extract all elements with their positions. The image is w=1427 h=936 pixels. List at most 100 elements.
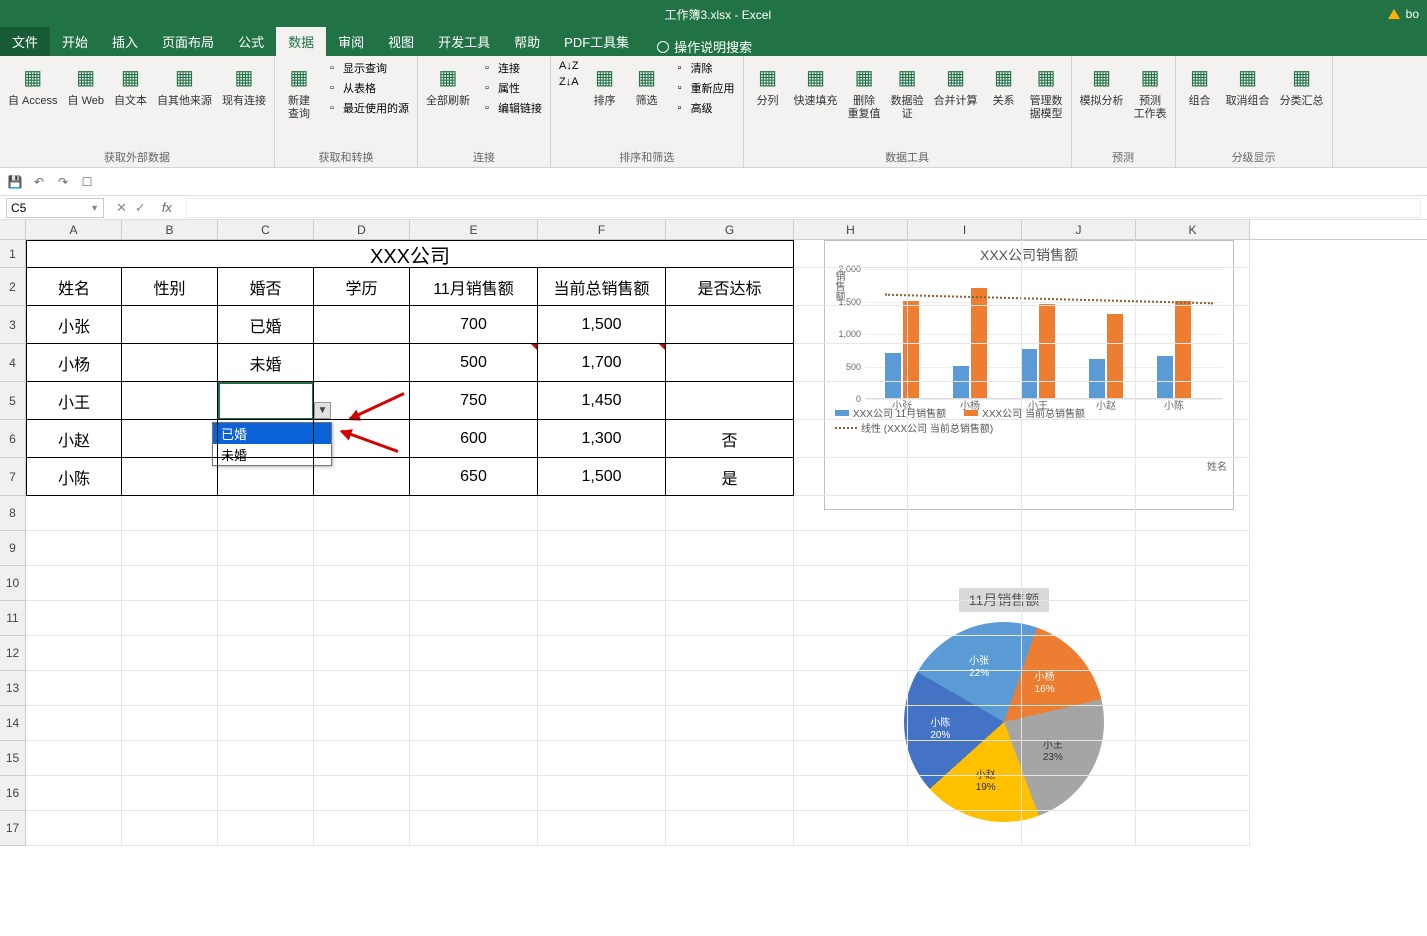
cell[interactable] xyxy=(538,776,666,811)
cell[interactable] xyxy=(1136,601,1250,636)
cell[interactable]: 未婚 xyxy=(218,344,314,382)
cell[interactable] xyxy=(1022,496,1136,531)
cell[interactable] xyxy=(908,306,1022,344)
cell[interactable] xyxy=(1136,706,1250,741)
cell[interactable]: 500 xyxy=(410,344,538,382)
cell[interactable] xyxy=(122,344,218,382)
cell[interactable] xyxy=(908,706,1022,741)
ribbon-button[interactable]: ▦新建查询 xyxy=(281,59,317,123)
cell[interactable] xyxy=(666,706,794,741)
formula-input[interactable] xyxy=(186,198,1421,218)
tab-页面布局[interactable]: 页面布局 xyxy=(150,27,226,56)
cell[interactable] xyxy=(666,382,794,420)
undo-icon[interactable]: ↶ xyxy=(30,173,48,191)
cell[interactable] xyxy=(1136,636,1250,671)
column-header[interactable]: E xyxy=(410,220,538,239)
cell[interactable] xyxy=(908,531,1022,566)
cell[interactable] xyxy=(1136,741,1250,776)
cell[interactable]: 当前总销售额 xyxy=(538,268,666,306)
cell[interactable] xyxy=(666,636,794,671)
cell[interactable] xyxy=(314,671,410,706)
cell[interactable] xyxy=(1022,601,1136,636)
cell[interactable] xyxy=(538,671,666,706)
cell[interactable]: 750 xyxy=(410,382,538,420)
column-header[interactable]: A xyxy=(26,220,122,239)
row-header[interactable]: 7 xyxy=(0,458,26,496)
cell[interactable] xyxy=(218,420,314,458)
cell[interactable] xyxy=(666,306,794,344)
ribbon-button[interactable]: ▦合并计算 xyxy=(932,59,980,110)
cell[interactable]: 700 xyxy=(410,306,538,344)
cell[interactable] xyxy=(1136,306,1250,344)
cell[interactable] xyxy=(1136,531,1250,566)
cell[interactable] xyxy=(314,776,410,811)
cell[interactable] xyxy=(218,531,314,566)
row-header[interactable]: 3 xyxy=(0,306,26,344)
cell[interactable]: 1,450 xyxy=(538,382,666,420)
ribbon-small-button[interactable]: ▫高级 xyxy=(671,99,737,117)
spreadsheet[interactable]: ABCDEFGHIJK 1234567891011121314151617 ▼ … xyxy=(0,220,1427,846)
cell[interactable] xyxy=(410,636,538,671)
cell[interactable] xyxy=(1022,306,1136,344)
cell[interactable] xyxy=(794,344,908,382)
ribbon-button[interactable]: ▦取消组合 xyxy=(1224,59,1272,110)
column-header[interactable]: H xyxy=(794,220,908,239)
name-box[interactable]: C5 ▼ xyxy=(6,198,104,218)
cell[interactable] xyxy=(26,671,122,706)
cell[interactable] xyxy=(908,671,1022,706)
cell[interactable] xyxy=(122,382,218,420)
cell[interactable] xyxy=(794,268,908,306)
cell[interactable]: 小杨 xyxy=(26,344,122,382)
cell[interactable] xyxy=(794,531,908,566)
cell[interactable] xyxy=(908,420,1022,458)
row-header[interactable]: 10 xyxy=(0,566,26,601)
cell[interactable] xyxy=(794,566,908,601)
row-header[interactable]: 5 xyxy=(0,382,26,420)
cell[interactable] xyxy=(794,382,908,420)
row-header[interactable]: 4 xyxy=(0,344,26,382)
cell[interactable] xyxy=(314,636,410,671)
cell[interactable] xyxy=(908,240,1022,268)
cell[interactable] xyxy=(26,601,122,636)
cell[interactable] xyxy=(122,636,218,671)
sort-button[interactable]: Z↓A xyxy=(557,75,581,89)
cell[interactable] xyxy=(538,531,666,566)
row-header[interactable]: 13 xyxy=(0,671,26,706)
cell[interactable]: 1,500 xyxy=(538,306,666,344)
cell[interactable] xyxy=(1022,776,1136,811)
ribbon-button[interactable]: ▦快速填充 xyxy=(792,59,840,110)
cell[interactable] xyxy=(314,566,410,601)
cell[interactable]: 小赵 xyxy=(26,420,122,458)
ribbon-button[interactable]: ▦模拟分析 xyxy=(1078,59,1126,110)
cell[interactable] xyxy=(122,306,218,344)
row-header[interactable]: 14 xyxy=(0,706,26,741)
ribbon-button[interactable]: ▦分类汇总 xyxy=(1278,59,1326,110)
cell[interactable] xyxy=(908,458,1022,496)
cell[interactable] xyxy=(218,496,314,531)
ribbon-small-button[interactable]: ▫重新应用 xyxy=(671,79,737,97)
cell[interactable] xyxy=(410,671,538,706)
cell[interactable] xyxy=(908,268,1022,306)
cell[interactable] xyxy=(26,776,122,811)
cell[interactable]: 1,700 xyxy=(538,344,666,382)
tab-插入[interactable]: 插入 xyxy=(100,27,150,56)
cell[interactable] xyxy=(1022,636,1136,671)
fx-icon[interactable]: fx xyxy=(154,200,180,216)
tab-审阅[interactable]: 审阅 xyxy=(326,27,376,56)
cell[interactable] xyxy=(794,811,908,846)
cell[interactable] xyxy=(122,566,218,601)
column-header[interactable]: I xyxy=(908,220,1022,239)
cell[interactable] xyxy=(1022,344,1136,382)
cell[interactable] xyxy=(218,382,314,420)
cell[interactable] xyxy=(794,420,908,458)
cell[interactable]: 性别 xyxy=(122,268,218,306)
cancel-formula-icon[interactable]: ✕ xyxy=(116,200,127,216)
ribbon-button[interactable]: ▦自 Access xyxy=(6,59,60,110)
cell[interactable] xyxy=(1136,776,1250,811)
ribbon-small-button[interactable]: ▫属性 xyxy=(478,79,544,97)
tab-PDF工具集[interactable]: PDF工具集 xyxy=(552,27,641,56)
cell[interactable] xyxy=(794,776,908,811)
cell[interactable] xyxy=(538,496,666,531)
cell[interactable] xyxy=(1136,344,1250,382)
ribbon-small-button[interactable]: ▫显示查询 xyxy=(323,59,411,77)
